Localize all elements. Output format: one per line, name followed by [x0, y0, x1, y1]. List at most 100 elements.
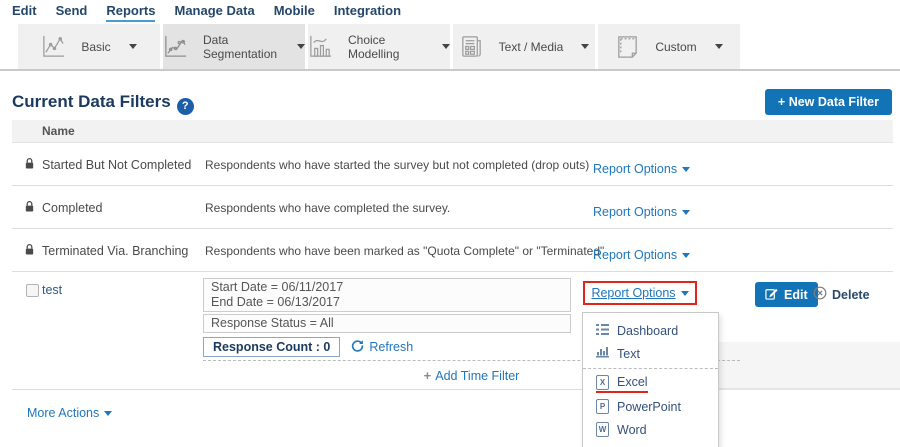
start-date-value: Start Date = 06/11/2017	[211, 280, 563, 295]
bar-line-chart-icon	[308, 34, 333, 59]
help-icon[interactable]: ?	[177, 98, 194, 115]
chevron-down-icon	[681, 291, 689, 296]
nav-item-integration[interactable]: Integration	[334, 3, 401, 20]
tab-label: Text / Media	[499, 40, 564, 54]
delete-label: Delete	[832, 288, 870, 302]
end-date-value: End Date = 06/13/2017	[211, 295, 563, 310]
menu-item-word[interactable]: W Word	[583, 418, 718, 441]
table-row: Terminated Via. Branching Respondents wh…	[12, 229, 893, 272]
powerpoint-file-icon: P	[596, 399, 609, 414]
chevron-down-icon	[682, 253, 690, 258]
refresh-icon	[351, 339, 364, 355]
report-options-link[interactable]: Report Options	[593, 248, 690, 262]
bar-chart-icon	[596, 345, 609, 363]
menu-item-powerpoint[interactable]: P PowerPoint	[583, 395, 718, 418]
report-options-label: Report Options	[593, 205, 677, 219]
name-column-header: Name	[42, 124, 75, 138]
filter-description: Respondents who have completed the surve…	[205, 201, 450, 215]
lock-icon	[24, 200, 35, 218]
edit-label: Edit	[784, 288, 808, 302]
menu-divider	[583, 368, 718, 369]
tab-custom[interactable]: Custom	[598, 24, 740, 69]
date-range-box: Start Date = 06/11/2017 End Date = 06/13…	[203, 278, 571, 312]
report-options-label: Report Options	[593, 248, 677, 262]
tab-data-segmentation[interactable]: Data Segmentation	[163, 24, 305, 69]
report-options-link[interactable]: Report Options	[593, 162, 690, 176]
table-row: Started But Not Completed Respondents wh…	[12, 143, 893, 186]
table-header: Name	[12, 120, 893, 143]
filter-name: Terminated Via. Branching	[42, 244, 188, 258]
nav-item-edit[interactable]: Edit	[12, 3, 37, 20]
menu-item-dashboard[interactable]: Dashboard	[583, 319, 718, 342]
nav-item-mobile[interactable]: Mobile	[274, 3, 315, 20]
report-options-menu: Dashboard Text X Excel P PowerPoint	[582, 312, 719, 447]
row-checkbox[interactable]	[26, 284, 39, 297]
tab-choice-modelling[interactable]: Choice Modelling	[308, 24, 450, 69]
reports-tab-strip: Basic Data Segmentation	[0, 24, 900, 71]
filter-details: Start Date = 06/11/2017 End Date = 06/13…	[203, 278, 571, 357]
new-data-filter-button[interactable]: + New Data Filter	[765, 89, 892, 115]
chevron-down-icon	[715, 44, 723, 49]
custom-report-icon	[615, 34, 640, 59]
add-time-filter-label: Add Time Filter	[435, 369, 519, 383]
newspaper-icon	[459, 34, 484, 59]
menu-item-label: Text	[617, 347, 640, 361]
report-options-link[interactable]: Report Options	[593, 205, 690, 219]
report-options-label: Report Options	[593, 162, 677, 176]
tab-label: Custom	[655, 40, 696, 54]
nav-item-manage-data[interactable]: Manage Data	[174, 3, 254, 20]
survey-reports-page: Edit Send Reports Manage Data Mobile Int…	[0, 0, 900, 447]
word-file-icon: W	[596, 422, 609, 437]
red-annotation-box: Report Options	[583, 281, 697, 305]
plus-icon: +	[424, 368, 432, 383]
response-count-badge: Response Count : 0	[203, 337, 340, 357]
chevron-down-icon	[297, 44, 305, 49]
lock-icon	[24, 243, 35, 261]
open-menu-backdrop	[718, 342, 900, 390]
chevron-down-icon	[442, 44, 450, 49]
filter-name-link[interactable]: test	[42, 283, 62, 297]
add-time-filter-link[interactable]: +Add Time Filter	[424, 369, 520, 383]
dashboard-list-icon	[596, 322, 609, 340]
filter-name: Started But Not Completed	[42, 158, 191, 172]
menu-item-label: PowerPoint	[617, 400, 681, 414]
chevron-down-icon	[129, 44, 137, 49]
menu-item-text[interactable]: Text	[583, 342, 718, 365]
page-title: Current Data Filters?	[12, 92, 194, 115]
chevron-down-icon	[682, 210, 690, 215]
delete-link[interactable]: Delete	[813, 286, 870, 303]
tab-label: Data Segmentation	[203, 33, 279, 61]
tab-label: Choice Modelling	[348, 33, 424, 61]
filter-name: Completed	[42, 201, 102, 215]
tab-label: Basic	[81, 40, 110, 54]
filter-description: Respondents who have started the survey …	[205, 158, 589, 172]
menu-item-excel[interactable]: X Excel	[583, 372, 718, 395]
lock-icon	[24, 157, 35, 175]
delete-circle-x-icon	[813, 286, 827, 303]
chevron-down-icon	[682, 167, 690, 172]
edit-button[interactable]: Edit	[755, 282, 818, 307]
more-actions-label: More Actions	[27, 406, 99, 420]
refresh-label: Refresh	[369, 340, 413, 354]
menu-item-label: Excel	[617, 375, 648, 389]
table-row: Completed Respondents who have completed…	[12, 186, 893, 229]
tab-text-media[interactable]: Text / Media	[453, 24, 595, 69]
report-options-link-open[interactable]: Report Options	[591, 286, 688, 300]
tab-basic[interactable]: Basic	[18, 24, 160, 69]
nav-item-send[interactable]: Send	[56, 3, 88, 20]
menu-item-label: Dashboard	[617, 324, 678, 338]
more-actions-link[interactable]: More Actions	[27, 406, 112, 420]
page-title-text: Current Data Filters	[12, 92, 171, 111]
edit-pencil-icon	[765, 287, 778, 303]
line-chart-icon	[41, 34, 66, 59]
scatter-line-chart-icon	[163, 34, 188, 59]
report-options-label: Report Options	[591, 286, 675, 300]
refresh-link[interactable]: Refresh	[351, 339, 413, 355]
chevron-down-icon	[581, 44, 589, 49]
response-status-box: Response Status = All	[203, 314, 571, 333]
response-status-value: Response Status = All	[211, 316, 563, 331]
menu-item-label: Word	[617, 423, 647, 437]
top-nav: Edit Send Reports Manage Data Mobile Int…	[12, 0, 401, 24]
nav-item-reports[interactable]: Reports	[106, 3, 155, 22]
excel-file-icon: X	[596, 375, 609, 390]
